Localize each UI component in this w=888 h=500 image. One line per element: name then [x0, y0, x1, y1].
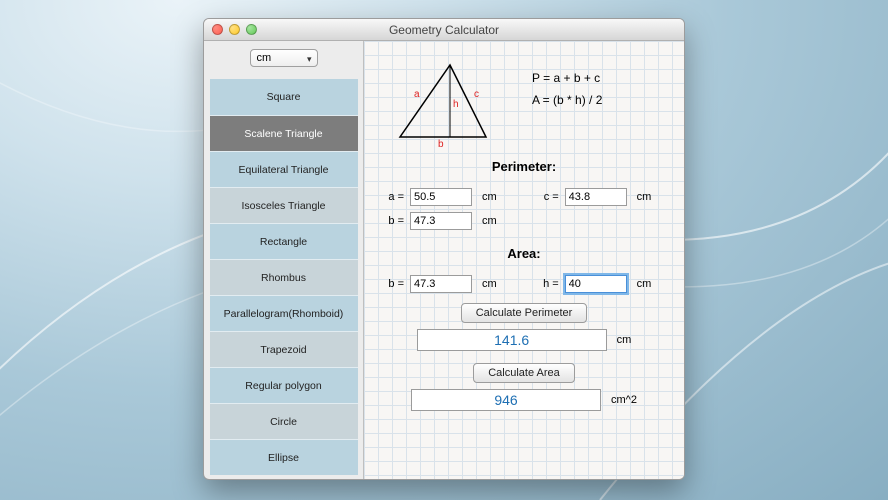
- content: cm Square Scalene Triangle Equilateral Tri…: [204, 41, 684, 479]
- window-controls: [212, 24, 257, 35]
- label-c: c =: [537, 191, 559, 203]
- shape-item-label: Circle: [270, 416, 297, 428]
- unit-area-b: cm: [482, 278, 497, 290]
- shape-item-label: Equilateral Triangle: [239, 164, 329, 176]
- unit-select[interactable]: cm: [250, 49, 318, 67]
- formulas: P = a + b + c A = (b * h) / 2: [532, 67, 602, 111]
- input-area-h[interactable]: [565, 275, 627, 293]
- sidebar: cm Square Scalene Triangle Equilateral Tri…: [204, 41, 364, 479]
- shape-item[interactable]: Equilateral Triangle: [210, 151, 358, 187]
- shape-item-label: Scalene Triangle: [244, 128, 322, 140]
- shape-item[interactable]: Ellipse: [210, 439, 358, 475]
- shape-item-label: Rhombus: [261, 272, 306, 284]
- window-title: Geometry Calculator: [389, 23, 499, 37]
- shape-item-label: Trapezoid: [260, 344, 306, 356]
- shape-item[interactable]: Circle: [210, 403, 358, 439]
- area-result: 946: [411, 389, 601, 411]
- shape-list: Square Scalene Triangle Equilateral Triang…: [210, 79, 358, 475]
- minimize-icon[interactable]: [229, 24, 240, 35]
- shape-item[interactable]: Scalene Triangle: [210, 115, 358, 151]
- shape-item-label: Ellipse: [268, 452, 299, 464]
- area-title: Area:: [382, 246, 666, 261]
- input-area-b[interactable]: [410, 275, 472, 293]
- shape-item-label: Isosceles Triangle: [241, 200, 325, 212]
- shape-item-label: Regular polygon: [245, 380, 321, 392]
- label-area-h: h =: [537, 278, 559, 290]
- unit-select-value: cm: [257, 52, 272, 64]
- shape-item[interactable]: Isosceles Triangle: [210, 187, 358, 223]
- diagram-label-b: b: [438, 139, 444, 149]
- shape-item-label: Rectangle: [260, 236, 307, 248]
- input-a[interactable]: [410, 188, 472, 206]
- diagram-label-c: c: [474, 89, 479, 100]
- area-result-unit: cm^2: [611, 394, 637, 406]
- unit-c: cm: [637, 191, 652, 203]
- perimeter-result: 141.6: [417, 329, 607, 351]
- shape-item-label: Square: [267, 91, 301, 103]
- input-c[interactable]: [565, 188, 627, 206]
- zoom-icon[interactable]: [246, 24, 257, 35]
- shape-item[interactable]: Parallelogram(Rhomboid): [210, 295, 358, 331]
- unit-b: cm: [482, 215, 497, 227]
- unit-area-h: cm: [637, 278, 652, 290]
- label-b: b =: [382, 215, 404, 227]
- label-area-b: b =: [382, 278, 404, 290]
- shape-item[interactable]: Rhombus: [210, 259, 358, 295]
- shape-item[interactable]: Square: [210, 79, 358, 115]
- app-window: Geometry Calculator cm Square Scalene Tri…: [203, 18, 685, 480]
- input-b[interactable]: [410, 212, 472, 230]
- triangle-diagram: a b c h: [382, 53, 502, 149]
- label-a: a =: [382, 191, 404, 203]
- formula-perimeter: P = a + b + c: [532, 67, 602, 89]
- formula-area: A = (b * h) / 2: [532, 89, 602, 111]
- shape-item-label: Parallelogram(Rhomboid): [224, 308, 344, 320]
- shape-item[interactable]: Rectangle: [210, 223, 358, 259]
- close-icon[interactable]: [212, 24, 223, 35]
- perimeter-title: Perimeter:: [382, 159, 666, 174]
- calc-area-button[interactable]: Calculate Area: [473, 363, 575, 383]
- calc-perimeter-button[interactable]: Calculate Perimeter: [461, 303, 588, 323]
- main-panel: a b c h P = a + b + c A = (b * h) / 2 Pe…: [364, 41, 684, 479]
- diagram-label-h: h: [453, 99, 459, 110]
- perimeter-result-unit: cm: [617, 334, 632, 346]
- diagram-label-a: a: [414, 89, 420, 100]
- shape-item[interactable]: Regular polygon: [210, 367, 358, 403]
- shape-item[interactable]: Trapezoid: [210, 331, 358, 367]
- unit-a: cm: [482, 191, 497, 203]
- titlebar: Geometry Calculator: [204, 19, 684, 41]
